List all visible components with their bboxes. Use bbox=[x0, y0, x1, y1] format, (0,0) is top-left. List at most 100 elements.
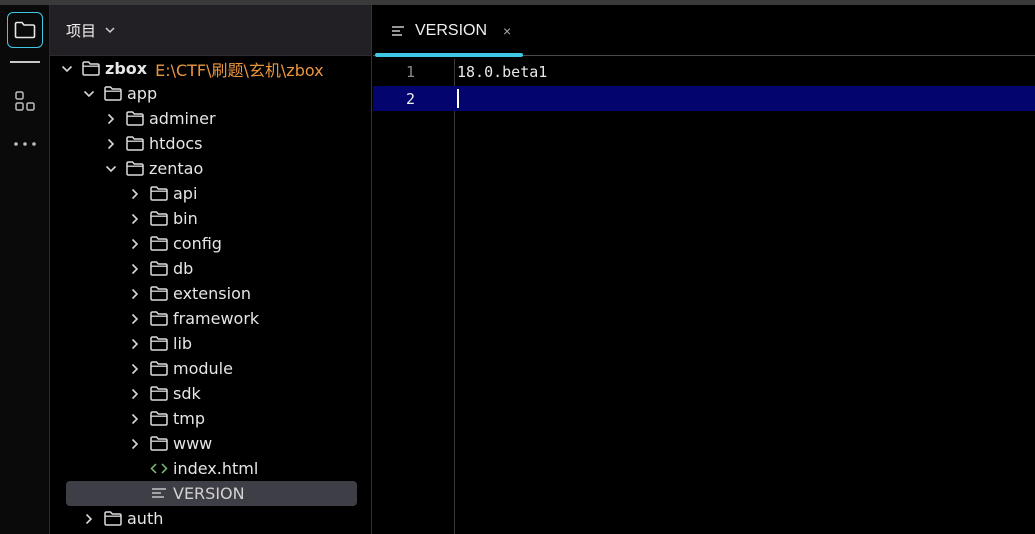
code-editor[interactable]: 1 18.0.beta1 2 bbox=[373, 59, 1035, 534]
tree-folder-zentao[interactable]: zentao bbox=[50, 156, 372, 181]
tree-file-index-html[interactable]: index.html bbox=[50, 456, 372, 481]
tab-version[interactable]: VERSION × bbox=[373, 5, 523, 57]
tree-folder-config[interactable]: config bbox=[50, 231, 372, 256]
tree-item-label: lib bbox=[173, 334, 193, 353]
folder-icon bbox=[82, 61, 100, 76]
text-caret bbox=[457, 89, 459, 108]
folder-icon bbox=[150, 211, 168, 226]
folder-icon bbox=[126, 136, 144, 151]
tree-folder-extension[interactable]: extension bbox=[50, 281, 372, 306]
chevron-right-icon[interactable] bbox=[128, 262, 142, 276]
line-number: 1 bbox=[405, 62, 415, 81]
chevron-down-icon[interactable] bbox=[104, 162, 118, 176]
tree-folder-zbox[interactable]: zbox E:\CTF\刷题\玄机\zbox bbox=[50, 56, 372, 81]
tab-bar: VERSION × bbox=[373, 5, 1035, 57]
tree-folder-api[interactable]: api bbox=[50, 181, 372, 206]
structure-button[interactable] bbox=[7, 83, 43, 119]
tree-item-label: index.html bbox=[173, 459, 259, 478]
tree-item-label: bin bbox=[173, 209, 198, 228]
tree-folder-framework[interactable]: framework bbox=[50, 306, 372, 331]
tree-folder-adminer[interactable]: adminer bbox=[50, 106, 372, 131]
tree-item-label: zentao bbox=[149, 159, 204, 178]
folder-icon bbox=[150, 311, 168, 326]
tree-folder-db[interactable]: db bbox=[50, 256, 372, 281]
tree-folder-www[interactable]: www bbox=[50, 431, 372, 456]
tree-folder-module[interactable]: module bbox=[50, 356, 372, 381]
folder-icon bbox=[150, 386, 168, 401]
tree-folder-bin[interactable]: bin bbox=[50, 206, 372, 231]
tree-folder-tmp[interactable]: tmp bbox=[50, 406, 372, 431]
folder-icon bbox=[126, 111, 144, 126]
project-path: E:\CTF\刷题\玄机\zbox bbox=[155, 60, 324, 80]
chevron-down-icon[interactable] bbox=[60, 62, 74, 76]
tree-item-label: api bbox=[173, 184, 198, 203]
folder-icon bbox=[150, 286, 168, 301]
tree-item-label: db bbox=[173, 259, 194, 278]
tree-folder-lib[interactable]: lib bbox=[50, 331, 372, 356]
tree-item-label: sdk bbox=[173, 384, 201, 403]
tree-item-label: auth bbox=[127, 509, 164, 528]
chevron-right-icon[interactable] bbox=[104, 137, 118, 151]
activity-bar bbox=[0, 5, 50, 534]
tree-folder-sdk[interactable]: sdk bbox=[50, 381, 372, 406]
folder-icon bbox=[150, 436, 168, 451]
tree-folder-htdocs[interactable]: htdocs bbox=[50, 131, 372, 156]
folder-icon bbox=[14, 21, 36, 39]
folder-icon bbox=[150, 261, 168, 276]
tree-file-version[interactable]: VERSION bbox=[66, 481, 357, 506]
tree-folder-app[interactable]: app bbox=[50, 81, 372, 106]
chevron-right-icon[interactable] bbox=[128, 387, 142, 401]
tree-item-label: tmp bbox=[173, 409, 206, 428]
tree-item-label: VERSION bbox=[173, 484, 245, 503]
chevron-down-icon[interactable] bbox=[104, 26, 116, 34]
tree-item-label: module bbox=[173, 359, 233, 378]
project-panel: 项目 zbox E:\CTF\刷题\玄机\zbox app adminer htdocs… bbox=[50, 5, 372, 534]
folder-icon bbox=[150, 361, 168, 376]
line-number: 2 bbox=[405, 89, 415, 108]
tree-folder-auth[interactable]: auth bbox=[50, 506, 372, 531]
tree-item-label: extension bbox=[173, 284, 251, 303]
chevron-right-icon[interactable] bbox=[128, 287, 142, 301]
folder-icon bbox=[126, 161, 144, 176]
project-panel-header[interactable]: 项目 bbox=[50, 5, 371, 56]
chevron-right-icon[interactable] bbox=[128, 237, 142, 251]
close-icon[interactable]: × bbox=[503, 23, 511, 39]
folder-icon bbox=[104, 86, 122, 101]
tree-item-label: framework bbox=[173, 309, 260, 328]
folder-icon bbox=[104, 511, 122, 526]
project-panel-title: 项目 bbox=[66, 21, 97, 40]
chevron-right-icon[interactable] bbox=[128, 312, 142, 326]
tree-item-label: app bbox=[127, 84, 158, 103]
folder-icon bbox=[150, 411, 168, 426]
chevron-right-icon[interactable] bbox=[128, 187, 142, 201]
html-file-icon bbox=[150, 461, 168, 476]
text-file-icon bbox=[392, 25, 404, 36]
code-line[interactable]: 1 18.0.beta1 bbox=[373, 59, 1035, 84]
chevron-down-icon[interactable] bbox=[82, 87, 96, 101]
chevron-right-icon[interactable] bbox=[128, 337, 142, 351]
structure-icon bbox=[15, 91, 35, 111]
chevron-right-icon[interactable] bbox=[128, 362, 142, 376]
more-button[interactable] bbox=[7, 126, 43, 162]
chevron-right-icon[interactable] bbox=[104, 112, 118, 126]
chevron-right-icon[interactable] bbox=[128, 437, 142, 451]
line-text: 18.0.beta1 bbox=[457, 62, 548, 81]
more-icon bbox=[14, 142, 36, 146]
tree-item-label: zbox bbox=[105, 59, 148, 78]
editor-area: VERSION × 1 18.0.beta1 2 bbox=[373, 5, 1035, 534]
activity-separator bbox=[10, 61, 40, 63]
folder-icon bbox=[150, 236, 168, 251]
tree-item-label: adminer bbox=[149, 109, 216, 128]
folder-icon bbox=[150, 186, 168, 201]
chevron-right-icon[interactable] bbox=[82, 512, 96, 526]
tab-label: VERSION bbox=[415, 21, 488, 39]
code-line[interactable]: 2 bbox=[373, 86, 1035, 111]
chevron-right-icon[interactable] bbox=[128, 412, 142, 426]
tree-item-label: htdocs bbox=[149, 134, 203, 153]
chevron-right-icon[interactable] bbox=[128, 212, 142, 226]
text-file-icon bbox=[150, 486, 168, 501]
project-view-button[interactable] bbox=[7, 12, 43, 48]
tree-item-label: config bbox=[173, 234, 222, 253]
